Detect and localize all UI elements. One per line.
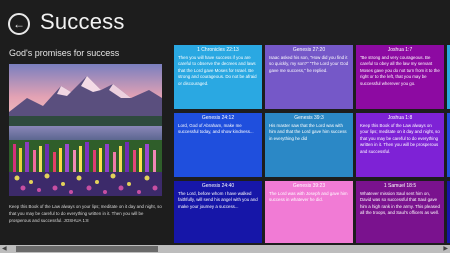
verse-text: Then you will have success if you are ca… (178, 55, 257, 86)
verse-tile[interactable]: 1 Samuel 18:5 Whatever mission Saul sent… (356, 181, 444, 243)
verse-tile[interactable]: Genesis 39:23 The Lord was with Joseph a… (265, 181, 353, 243)
back-button[interactable]: ← (8, 13, 30, 35)
verse-text: The Lord was with Joseph and gave him su… (269, 191, 348, 203)
section-subtitle: God's promises for success (9, 48, 120, 58)
verse-text: Keep this Book of the Law always on your… (360, 123, 440, 154)
verse-reference: Genesis 39:23 (292, 183, 326, 189)
verse-tile[interactable]: Genesis 24:40 The Lord, before whom I ha… (174, 181, 262, 243)
scrollbar-thumb[interactable] (16, 246, 158, 252)
verse-tile[interactable]: Genesis 24:12 Lord, God of Abraham, make… (174, 113, 262, 177)
verse-reference: 1 Chronicles 22:13 (197, 47, 239, 53)
verse-text: Isaac asked his son, "How did you find i… (269, 55, 349, 73)
landscape-image (9, 64, 162, 196)
verse-tile[interactable]: 1 Chronicles 22:13 Then you will have su… (174, 45, 262, 109)
verse-text: Whatever mission Saul sent him on, David… (360, 191, 440, 216)
page-title: Success (40, 9, 125, 34)
verse-text: "Be strong and very courageous. Be caref… (360, 55, 440, 86)
back-arrow-icon: ← (13, 17, 25, 31)
verse-reference: Joshua 1:7 (387, 47, 413, 53)
verse-reference: Genesis 24:12 (201, 115, 235, 121)
verse-reference: Joshua 1:8 (387, 115, 413, 121)
verse-tile[interactable]: Joshua 1:7 "Be strong and very courageou… (356, 45, 444, 109)
featured-verse-caption: Keep this Book of the Law always on your… (9, 204, 162, 224)
verse-reference: Genesis 39:3 (294, 115, 324, 121)
verse-text: His master saw that the Lord was with hi… (269, 123, 347, 141)
verse-reference: 1 Samuel 18:5 (383, 183, 417, 189)
horizontal-scrollbar[interactable]: ◀ ▶ (0, 245, 450, 253)
verse-text: The Lord, before whom I have walked fait… (178, 191, 258, 209)
verse-text: Lord, God of Abraham, make me successful… (178, 123, 254, 135)
verse-tile[interactable]: Genesis 27:20 Isaac asked his son, "How … (265, 45, 353, 109)
scroll-left-icon[interactable]: ◀ (2, 245, 7, 253)
verse-reference: Genesis 24:40 (201, 183, 235, 189)
verse-tile[interactable]: Joshua 1:8 Keep this Book of the Law alw… (356, 113, 444, 177)
verse-reference: Genesis 27:20 (292, 47, 326, 53)
scroll-right-icon[interactable]: ▶ (443, 245, 448, 253)
verse-tile[interactable]: Genesis 39:3 His master saw that the Lor… (265, 113, 353, 177)
